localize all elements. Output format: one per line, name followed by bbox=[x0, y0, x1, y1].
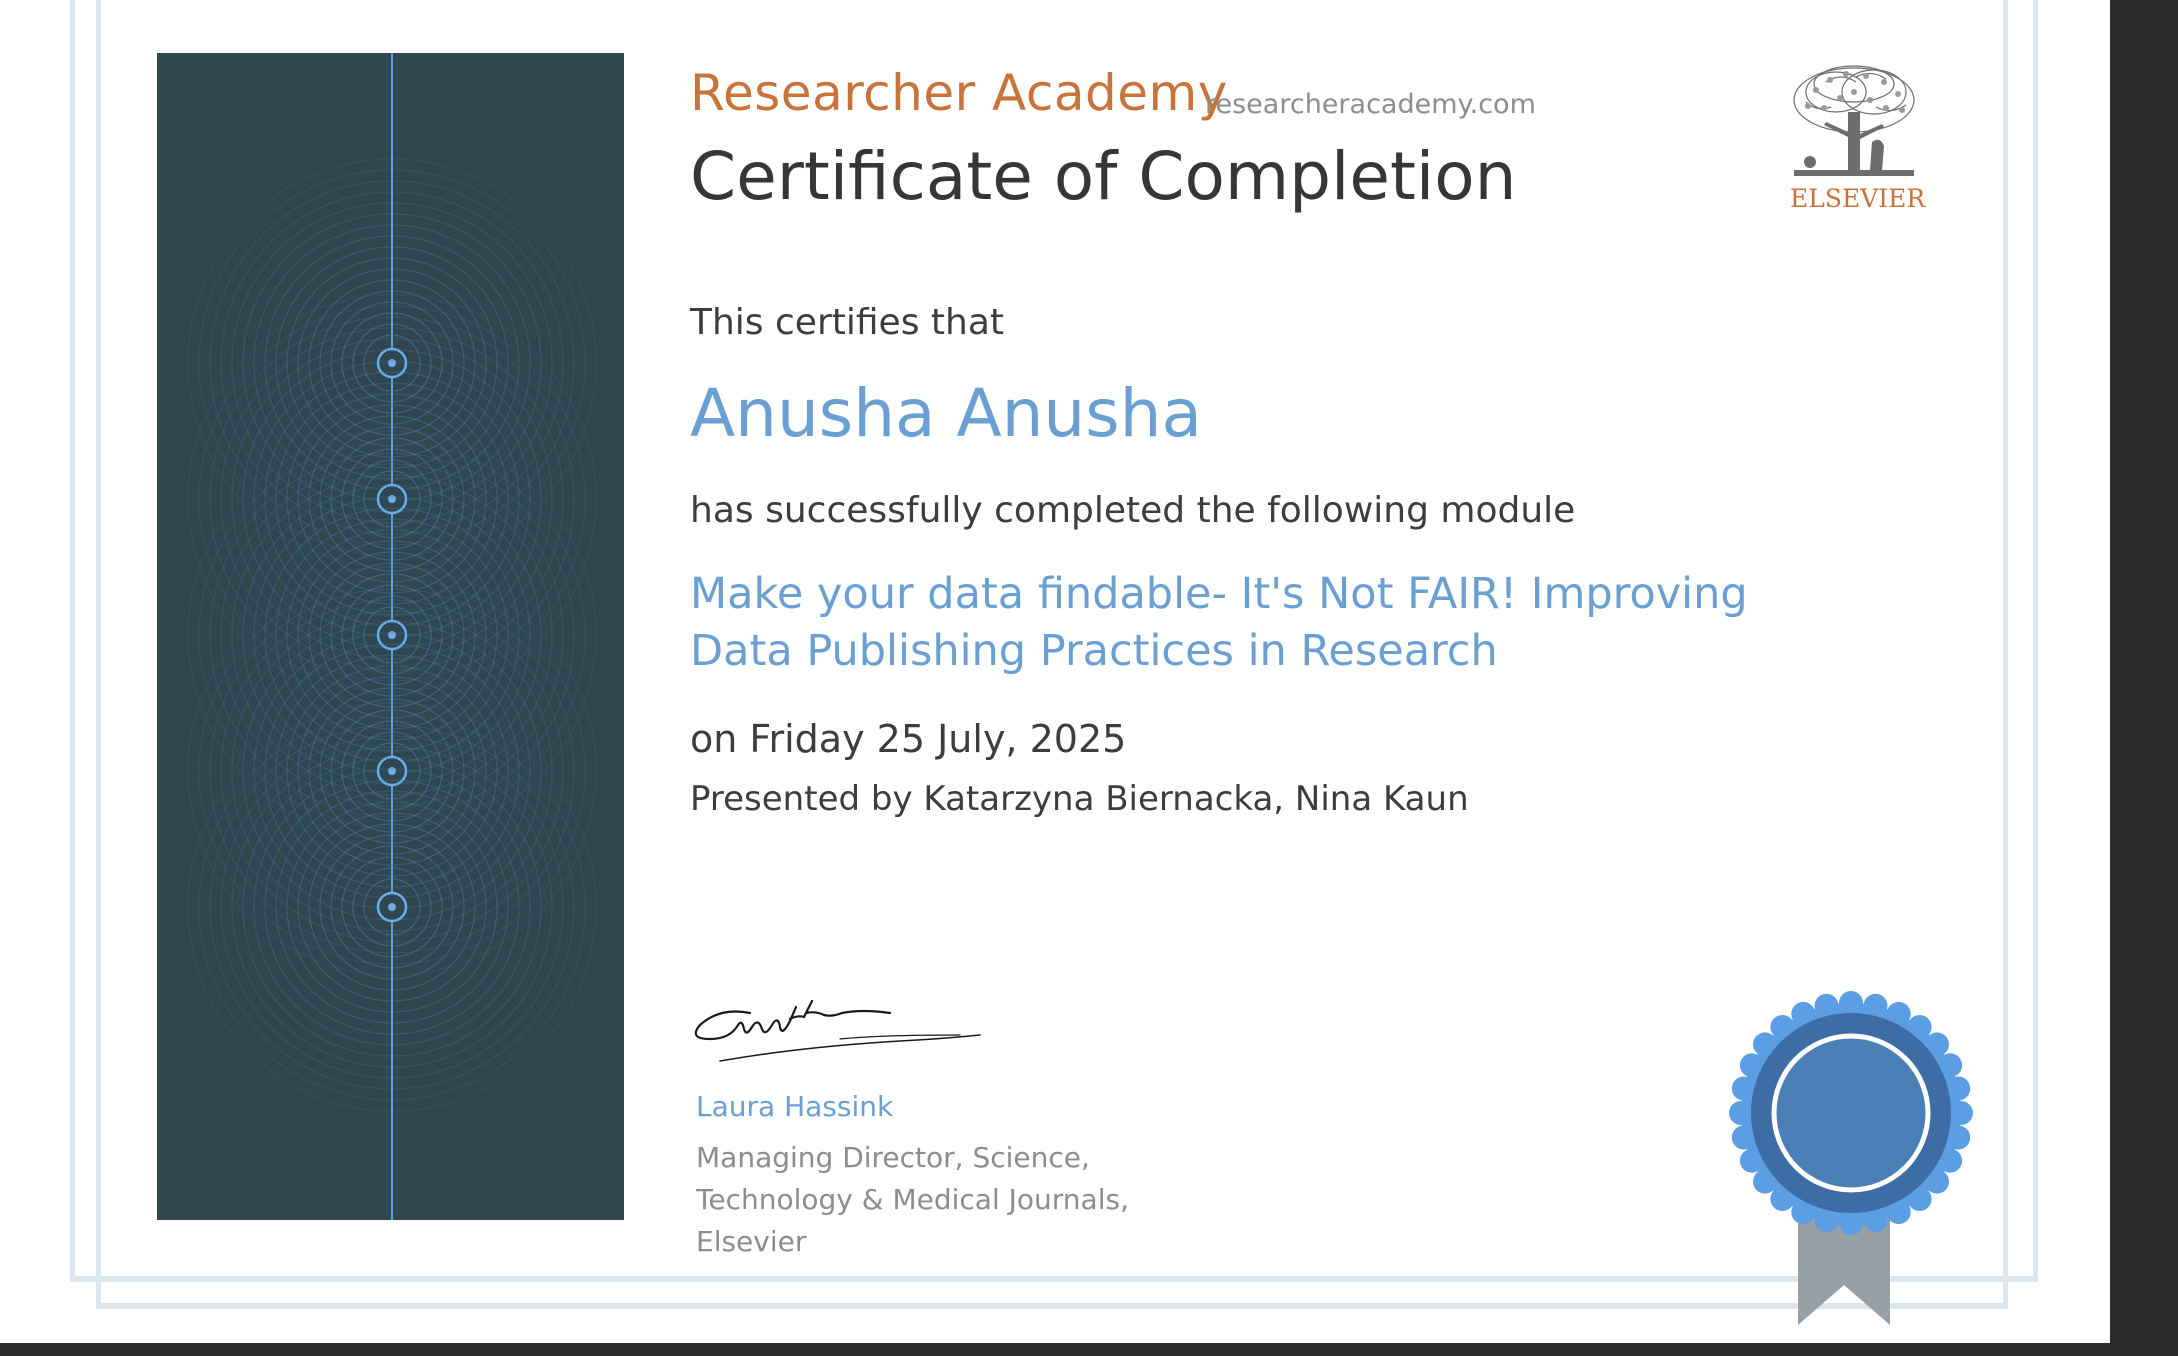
publisher-logo-text: ELSEVIER bbox=[1790, 184, 1926, 213]
frame-line-bottom-inner bbox=[96, 1303, 2008, 1309]
completion-date: on Friday 25 July, 2025 bbox=[690, 717, 1127, 761]
module-title: Make your data findable- It's Not FAIR! … bbox=[690, 569, 1748, 676]
panel-node-dot bbox=[388, 495, 396, 503]
decorative-side-panel bbox=[157, 53, 624, 1220]
frame-line-right-inner bbox=[2003, 0, 2008, 1308]
recipient-name: Anusha Anusha bbox=[690, 375, 1202, 452]
document-viewer: Researcher Academy researcheracademy.com… bbox=[0, 0, 2178, 1356]
tree-logo-icon bbox=[1793, 65, 1915, 176]
frame-line-right-outer bbox=[2033, 0, 2038, 1280]
certificate-title: Certificate of Completion bbox=[690, 138, 1517, 215]
completed-text: has successfully completed the following… bbox=[690, 490, 1576, 531]
panel-node-dot bbox=[388, 767, 396, 775]
panel-node-dot bbox=[388, 631, 396, 639]
signatory-name: Laura Hassink bbox=[696, 1090, 894, 1123]
frame-line-left-outer bbox=[70, 0, 75, 1280]
panel-node-dot bbox=[388, 903, 396, 911]
presenters-line: Presented by Katarzyna Biernacka, Nina K… bbox=[690, 779, 1469, 819]
award-ribbon-icon bbox=[1729, 991, 1973, 1325]
certificate-page: Researcher Academy researcheracademy.com… bbox=[0, 0, 2110, 1343]
academy-url: researcheracademy.com bbox=[1205, 89, 1536, 120]
academy-name: Researcher Academy bbox=[690, 64, 1228, 122]
certifies-text: This certifies that bbox=[690, 302, 1004, 343]
concentric-circles-pattern bbox=[187, 53, 597, 1220]
handwritten-signature bbox=[694, 999, 981, 1062]
signatory-role: Managing Director, Science, Technology &… bbox=[696, 1141, 1129, 1258]
panel-node-dot bbox=[388, 359, 396, 367]
frame-line-left-inner bbox=[96, 0, 101, 1308]
